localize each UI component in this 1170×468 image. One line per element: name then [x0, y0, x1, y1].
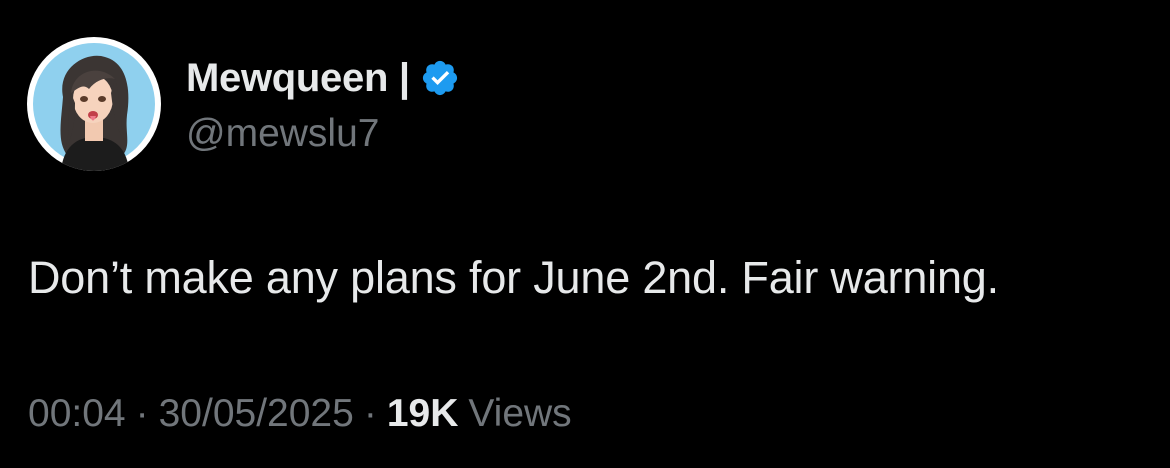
tweet-detail: Mewqueen | @mewslu7 Don’t make any plans…	[0, 0, 1170, 468]
verified-badge-icon[interactable]	[420, 58, 460, 98]
author-display-name[interactable]: Mewqueen |	[186, 56, 410, 101]
meta-separator: ·	[363, 392, 377, 435]
tweet-date[interactable]: 30/05/2025	[159, 392, 354, 436]
views-count[interactable]: 19K	[387, 392, 459, 436]
meta-separator: ·	[135, 392, 149, 435]
views-label[interactable]: Views	[468, 392, 571, 436]
avatar[interactable]	[27, 37, 161, 171]
author-name-row: Mewqueen |	[186, 53, 460, 103]
tweet-text: Don’t make any plans for June 2nd. Fair …	[28, 252, 999, 303]
cartoon-girl-avatar-icon	[33, 43, 155, 171]
tweet-time[interactable]: 00:04	[28, 392, 126, 436]
tweet-meta: 00:04 · 30/05/2025 · 19K Views	[28, 392, 572, 436]
author-handle[interactable]: @mewslu7	[186, 112, 379, 156]
